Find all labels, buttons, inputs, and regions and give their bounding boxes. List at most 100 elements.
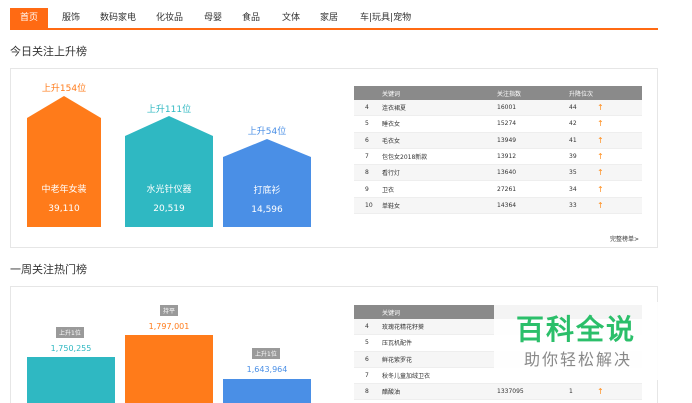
row-rank: 4 xyxy=(365,104,369,112)
week-hot-title: 一周关注热门榜 xyxy=(10,263,87,276)
arrow-up-icon: ↑ xyxy=(597,184,604,194)
row-keyword: 连衣裙夏 xyxy=(382,105,407,113)
table-row[interactable]: 9 卫衣 27261 34 ↑ xyxy=(354,181,642,198)
table-row[interactable]: 8 醋酸油 1337095 1 ↑ xyxy=(354,384,642,401)
row-change: 41 xyxy=(569,136,577,144)
week-badge-2: 持平 xyxy=(160,305,179,316)
row-index: 13640 xyxy=(497,169,517,177)
week-badge-3: 上升1位 xyxy=(252,348,280,359)
row-index: 13949 xyxy=(497,136,517,144)
arrow-up-icon: ↑ xyxy=(597,103,604,113)
nav-item-cosmetics[interactable]: 化妆品 xyxy=(152,8,187,28)
table-row[interactable]: 8 看行灯 13640 35 ↑ xyxy=(354,165,642,182)
arrow-up-icon: ↑ xyxy=(597,119,604,129)
row-change: 35 xyxy=(569,169,577,177)
top1-card[interactable]: 中老年女装 39,110 xyxy=(27,96,101,227)
row-index: 1337095 xyxy=(497,388,524,396)
header-change: 升降位次 xyxy=(569,90,594,98)
row-change: 33 xyxy=(569,201,577,209)
header-keyword: 关键词 xyxy=(382,309,401,317)
full-list-link[interactable]: 完整榜单> xyxy=(610,234,639,243)
week-value-2: 1,797,001 xyxy=(148,322,190,331)
row-index: 27261 xyxy=(497,185,517,193)
row-keyword: 看行灯 xyxy=(382,170,401,178)
row-rank: 5 xyxy=(365,120,369,128)
header-keyword: 关键词 xyxy=(382,90,401,98)
row-keyword: 鲜花紫罗花 xyxy=(382,356,413,364)
today-rising-title: 今日关注上升榜 xyxy=(10,45,87,58)
nav-item-sports[interactable]: 文体 xyxy=(278,8,304,28)
row-keyword: 单鞋女 xyxy=(382,202,401,210)
rank-up-3: 上升54位 xyxy=(247,127,287,137)
nav-item-car-toys-pets[interactable]: 车|玩具|宠物 xyxy=(356,8,415,28)
row-index: 13912 xyxy=(497,153,517,161)
row-rank: 6 xyxy=(365,136,369,144)
week-bar-1[interactable] xyxy=(27,357,115,403)
week-badge-1: 上升1位 xyxy=(56,327,84,338)
row-rank: 8 xyxy=(365,388,369,396)
top1-value: 39,110 xyxy=(48,204,80,214)
arrow-up-icon: ↑ xyxy=(597,168,604,178)
nav-item-home[interactable]: 首页 xyxy=(10,8,48,28)
arrow-up-icon: ↑ xyxy=(597,152,604,162)
watermark-title: 百科全说 xyxy=(516,313,637,346)
table-row[interactable]: 10 单鞋女 14364 33 ↑ xyxy=(354,197,642,215)
rank-up-1: 上升154位 xyxy=(41,84,87,94)
today-rising-panel: 上升154位 中老年女装 39,110 上升111位 水光针仪器 20,519 … xyxy=(10,68,658,248)
nav-item-clothing[interactable]: 服饰 xyxy=(58,8,84,28)
row-keyword: 秋冬儿童加绒卫衣 xyxy=(382,373,431,381)
nav-item-baby[interactable]: 母婴 xyxy=(200,8,226,28)
table-row[interactable]: 6 毛衣女 13949 41 ↑ xyxy=(354,132,642,149)
row-index: 16001 xyxy=(497,104,517,112)
row-keyword: 卫衣 xyxy=(382,186,395,194)
header-index: 关注指数 xyxy=(497,90,522,98)
nav-item-digital[interactable]: 数码家电 xyxy=(96,8,140,28)
top3-card[interactable]: 打底衫 14,596 xyxy=(223,139,311,227)
row-keyword: 毛衣女 xyxy=(382,137,401,145)
top3-label: 打底衫 xyxy=(253,186,281,196)
row-rank: 4 xyxy=(365,323,369,331)
nav-item-home-goods[interactable]: 家居 xyxy=(316,8,342,28)
week-value-3: 1,643,964 xyxy=(246,365,288,374)
row-keyword: 包包女2018新款 xyxy=(382,154,428,162)
row-rank: 10 xyxy=(365,201,373,209)
arrow-up-icon: ↑ xyxy=(597,135,604,145)
table-row[interactable]: 4 连衣裙夏 16001 44 ↑ xyxy=(354,100,642,117)
row-change: 42 xyxy=(569,120,577,128)
top1-label: 中老年女装 xyxy=(41,185,87,195)
row-change: 34 xyxy=(569,185,577,193)
watermark-subtitle: 助你轻松解决 xyxy=(524,350,633,369)
today-ranking-table: 关键词 关注指数 升降位次 4 连衣裙夏 16001 44 ↑ 5 睡衣女 15274 42 ↑ 6… xyxy=(354,86,642,215)
row-rank: 8 xyxy=(365,169,369,177)
row-change: 39 xyxy=(569,153,577,161)
row-keyword: 醋酸油 xyxy=(382,389,401,397)
category-nav: 首页 服饰 数码家电 化妆品 母婴 食品 文体 家居 车|玩具|宠物 xyxy=(10,8,658,30)
week-bar-3[interactable] xyxy=(223,379,311,403)
arrow-up-icon: ↑ xyxy=(597,387,604,397)
row-rank: 7 xyxy=(365,372,369,380)
week-value-1: 1,750,255 xyxy=(50,344,92,353)
top2-value: 20,519 xyxy=(153,204,185,214)
table-header: 关键词 关注指数 升降位次 xyxy=(354,86,642,100)
row-rank: 6 xyxy=(365,355,369,363)
top3-value: 14,596 xyxy=(251,205,283,215)
row-rank: 5 xyxy=(365,339,369,347)
row-rank: 9 xyxy=(365,185,369,193)
watermark: 百科全说 助你轻松解决 xyxy=(494,302,669,380)
row-index: 15274 xyxy=(497,120,517,128)
top2-label: 水光针仪器 xyxy=(146,185,192,195)
nav-item-food[interactable]: 食品 xyxy=(238,8,264,28)
top2-card[interactable]: 水光针仪器 20,519 xyxy=(125,116,213,227)
table-row[interactable]: 5 睡衣女 15274 42 ↑ xyxy=(354,116,642,133)
row-index: 14364 xyxy=(497,201,517,209)
rank-up-2: 上升111位 xyxy=(146,105,192,115)
row-keyword: 睡衣女 xyxy=(382,121,401,129)
row-change: 1 xyxy=(569,388,573,396)
week-bar-2[interactable] xyxy=(125,335,213,403)
row-change: 44 xyxy=(569,104,577,112)
row-keyword: 玫瑰花精花籽葵 xyxy=(382,324,425,332)
row-keyword: 压瓦机配件 xyxy=(382,340,413,348)
arrow-up-icon: ↑ xyxy=(597,200,604,210)
row-rank: 7 xyxy=(365,153,369,161)
table-row[interactable]: 7 包包女2018新款 13912 39 ↑ xyxy=(354,149,642,166)
